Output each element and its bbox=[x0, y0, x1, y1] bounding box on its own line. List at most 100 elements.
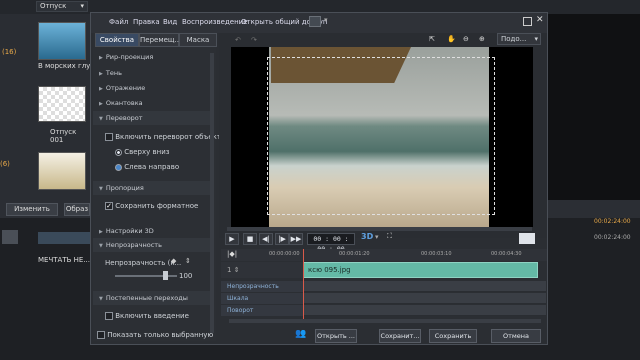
stop-button[interactable]: ■ bbox=[243, 233, 257, 245]
stepper-icon[interactable]: ⇕ bbox=[185, 257, 191, 265]
change-button[interactable]: Изменить bbox=[6, 203, 58, 216]
media-thumb-postcard[interactable] bbox=[38, 152, 86, 190]
open-share-button[interactable]: Открыть ... bbox=[315, 329, 357, 343]
fast-forward-button[interactable]: ▶▶ bbox=[289, 233, 303, 245]
flip-left-right-row[interactable]: Слева направо bbox=[115, 163, 179, 171]
fullscreen-icon[interactable]: ⛶ bbox=[387, 232, 392, 241]
menu-playback[interactable]: Воспроизведение bbox=[182, 18, 248, 26]
fade-in-label: Включить введение bbox=[115, 312, 189, 320]
fade-in-row[interactable]: Включить введение bbox=[105, 312, 189, 320]
kf-track[interactable] bbox=[303, 293, 546, 304]
flip-enable-label: Включить переворот объекта bbox=[115, 133, 226, 141]
preview-canvas[interactable] bbox=[231, 47, 533, 227]
scrub-bar[interactable] bbox=[227, 227, 532, 231]
undo-icon[interactable]: ↶ bbox=[235, 36, 241, 44]
flip-left-right-label: Слева направо bbox=[124, 163, 180, 171]
clip-track-header: 1 ⇕ bbox=[221, 262, 303, 278]
timeline-timecode-2: 00:02:24:00 bbox=[594, 234, 631, 241]
section-opacity[interactable]: ▼ Непрозрачность bbox=[93, 238, 211, 252]
section-3d[interactable]: ▶ Настройки 3D bbox=[93, 224, 211, 238]
tab-mask[interactable]: Маска bbox=[179, 33, 217, 47]
cancel-button[interactable]: Отмена bbox=[491, 329, 541, 343]
kf-row-scale[interactable]: Шкала bbox=[221, 293, 303, 304]
section-shadow[interactable]: ▶ Тень bbox=[93, 66, 211, 80]
section-transitions[interactable]: ▼ Постепенные переходы bbox=[93, 291, 211, 305]
zoom-select[interactable]: Подо... ▾ bbox=[497, 33, 541, 45]
section-label: Рир-проекция bbox=[105, 53, 154, 61]
show-selected-checkbox[interactable] bbox=[97, 331, 105, 339]
prev-frame-button[interactable]: ◀| bbox=[259, 233, 273, 245]
opacity-value[interactable]: 100 bbox=[179, 272, 192, 280]
section-label: Непрозрачность bbox=[105, 241, 162, 249]
hand-icon[interactable]: ✋ bbox=[447, 35, 456, 43]
section-flip[interactable]: ▼ Переворот bbox=[93, 111, 211, 125]
media-thumb-empty[interactable] bbox=[38, 86, 86, 122]
chevron-down-icon: ▼ bbox=[99, 116, 103, 122]
project-dropdown[interactable]: Отпуск ▾ bbox=[36, 1, 88, 12]
ruler-label: 00:00:03:10 bbox=[421, 251, 452, 257]
clip-bar[interactable]: ксю 095.jpg bbox=[303, 262, 538, 278]
panel-scrollbar[interactable] bbox=[210, 53, 214, 333]
show-selected-row[interactable]: Показать только выбранную bbox=[97, 331, 213, 339]
zoom-select-label: Подо... bbox=[501, 35, 527, 43]
display-icon[interactable] bbox=[519, 233, 535, 244]
chevron-down-icon[interactable]: ▾ bbox=[324, 16, 328, 24]
kf-row-rotation[interactable]: Поворот bbox=[221, 305, 303, 316]
fade-in-checkbox[interactable] bbox=[105, 312, 113, 320]
save-button[interactable]: Сохранить bbox=[429, 329, 477, 343]
flip-top-bottom-row[interactable]: Сверху вниз bbox=[115, 148, 169, 156]
zoom-out-icon[interactable]: ⊖ bbox=[463, 35, 469, 43]
menu-bar: Файл Правка Вид Воспроизведение Открыть … bbox=[91, 13, 547, 33]
expand-icon[interactable]: ⇕ bbox=[234, 266, 240, 274]
share-icon[interactable] bbox=[309, 16, 321, 27]
chevron-down-icon: ▼ bbox=[99, 243, 103, 249]
media-thumb-underwater[interactable] bbox=[38, 22, 86, 60]
media-caption: Отпуск 001 bbox=[50, 128, 77, 144]
track-icon bbox=[2, 230, 18, 244]
section-proportion[interactable]: ▼ Пропорция bbox=[93, 181, 211, 195]
pointer-icon[interactable]: ⇱ bbox=[429, 35, 435, 43]
play-button[interactable]: ▶ bbox=[225, 233, 239, 245]
keep-format-row[interactable]: ✓ Сохранить форматное bbox=[105, 202, 198, 210]
mode-3d-button[interactable]: 3D bbox=[361, 232, 373, 241]
save-as-button[interactable]: Сохранит... bbox=[379, 329, 421, 343]
flip-enable-checkbox[interactable] bbox=[105, 133, 113, 141]
section-reflection[interactable]: ▶ Отражение bbox=[93, 81, 211, 95]
flip-left-right-radio[interactable] bbox=[115, 163, 122, 171]
close-icon[interactable]: ✕ bbox=[536, 15, 544, 25]
menu-view[interactable]: Вид bbox=[163, 18, 177, 26]
playhead[interactable] bbox=[303, 249, 304, 319]
zoom-in-icon[interactable]: ⊕ bbox=[479, 35, 485, 43]
flip-top-bottom-radio[interactable] bbox=[115, 148, 122, 156]
counter-top: (16) bbox=[2, 48, 17, 56]
kf-track[interactable] bbox=[303, 305, 546, 316]
section-label: Настройки 3D bbox=[105, 227, 154, 235]
opacity-slider-thumb[interactable] bbox=[163, 271, 168, 280]
timeline-scrollbar[interactable] bbox=[229, 319, 541, 323]
tab-properties[interactable]: Свойства bbox=[95, 33, 139, 47]
menu-file[interactable]: Файл bbox=[109, 18, 128, 26]
section-pip[interactable]: ▶ Рир-проекция bbox=[93, 50, 211, 64]
tab-motion[interactable]: Перемещ... bbox=[139, 33, 181, 47]
selection-frame[interactable] bbox=[267, 57, 495, 215]
section-border[interactable]: ▶ Окантовка bbox=[93, 96, 211, 110]
users-icon[interactable]: 👥 bbox=[295, 329, 306, 339]
kf-row-opacity[interactable]: Непрозрачность bbox=[221, 281, 303, 292]
obraz-button[interactable]: Образ bbox=[64, 203, 90, 216]
keyframe-nav-icon[interactable]: |◆| bbox=[227, 250, 237, 258]
chevron-down-icon[interactable]: ▾ bbox=[375, 233, 379, 241]
section-label: Отражение bbox=[105, 84, 146, 92]
next-frame-button[interactable]: |▶ bbox=[275, 233, 289, 245]
menu-edit[interactable]: Правка bbox=[133, 18, 160, 26]
chevron-right-icon: ▶ bbox=[99, 55, 103, 61]
timecode-display: 00 : 00 : 00 : 00 bbox=[307, 233, 355, 253]
track-clip[interactable] bbox=[38, 232, 90, 244]
flip-enable-row[interactable]: Включить переворот объекта bbox=[105, 133, 225, 141]
section-label: Пропорция bbox=[105, 184, 144, 192]
keyframe-icon[interactable]: ◆ bbox=[171, 257, 176, 265]
kf-track[interactable] bbox=[303, 281, 546, 292]
keep-format-label: Сохранить форматное bbox=[115, 202, 199, 210]
maximize-icon[interactable] bbox=[523, 17, 532, 26]
keep-format-checkbox[interactable]: ✓ bbox=[105, 202, 113, 210]
redo-icon[interactable]: ↷ bbox=[251, 36, 257, 44]
